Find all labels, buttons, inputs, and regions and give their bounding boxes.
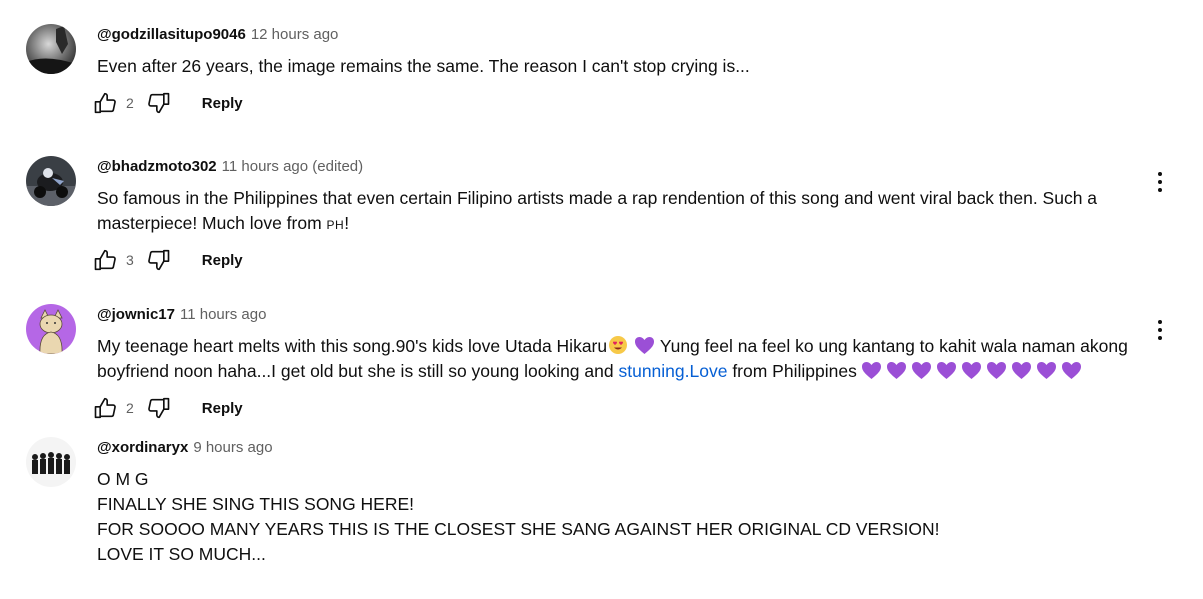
text-segment: !: [344, 213, 350, 233]
more-actions-button[interactable]: [1149, 170, 1171, 194]
comment-text-line: O M G: [97, 469, 149, 489]
like-button[interactable]: [92, 394, 120, 422]
author-name[interactable]: @bhadzmoto302: [97, 158, 217, 175]
purple-heart-emoji: [1061, 362, 1081, 379]
avatar-image: [26, 437, 76, 487]
thumbs-up-icon: [94, 397, 116, 419]
like-button[interactable]: [92, 246, 120, 274]
comment-header: @jownic17 11 hours ago: [97, 304, 266, 326]
comment-link[interactable]: stunning.Love: [618, 361, 727, 381]
purple-heart-emoji: [936, 362, 956, 379]
avatar-image: [26, 304, 76, 354]
avatar[interactable]: [26, 24, 76, 74]
comment-text-line: LOVE IT SO MUCH...: [97, 544, 266, 564]
dislike-button[interactable]: [144, 89, 172, 117]
reply-button[interactable]: Reply: [202, 252, 243, 269]
comment-text: Even after 26 years, the image remains t…: [97, 54, 1137, 79]
heart-eyes-emoji: [609, 336, 628, 354]
comment-text-line: Even after 26 years, the image remains t…: [97, 56, 750, 76]
more-vert-icon: [1158, 172, 1162, 192]
comment-header: @godzillasitupo9046 12 hours ago: [97, 24, 338, 46]
comment-text-line: My teenage heart melts with this song.90…: [97, 334, 1137, 359]
like-count: 2: [126, 400, 134, 416]
thumbs-down-icon: [147, 92, 170, 114]
thumbs-up-icon: [94, 92, 116, 114]
flag-emoji: PH: [326, 218, 345, 232]
text-segment: boyfriend noon haha...I get old but she …: [97, 361, 619, 381]
comment-header: @bhadzmoto302 11 hours ago (edited): [97, 156, 363, 178]
dislike-button[interactable]: [144, 246, 172, 274]
comment-text: My teenage heart melts with this song.90…: [97, 334, 1137, 384]
comment-text: O M G FINALLY SHE SING THIS SONG HERE! F…: [97, 467, 1137, 567]
text-segment: My teenage heart melts with this song.90…: [97, 336, 608, 356]
text-segment: Yung feel na feel ko ung kantang to kahi…: [659, 336, 1128, 356]
purple-heart-emoji: [886, 362, 906, 379]
comment-text-line: boyfriend noon haha...I get old but she …: [97, 359, 1137, 384]
reply-button[interactable]: Reply: [202, 400, 243, 417]
purple-heart-row: [857, 361, 1082, 381]
thumbs-up-icon: [94, 249, 116, 271]
like-button[interactable]: [92, 89, 120, 117]
timestamp[interactable]: 11 hours ago (edited): [222, 158, 363, 175]
purple-heart-emoji: [1011, 362, 1031, 379]
purple-heart-emoji: [1036, 362, 1056, 379]
thumbs-down-icon: [147, 249, 170, 271]
more-vert-icon: [1158, 320, 1162, 340]
comment-toolbar: 2 Reply: [92, 88, 243, 118]
avatar-image: [26, 156, 76, 206]
text-segment: from Philippines: [727, 361, 857, 381]
author-name[interactable]: @xordinaryx: [97, 439, 188, 456]
avatar[interactable]: [26, 437, 76, 487]
purple-heart-emoji: [861, 362, 881, 379]
purple-heart-emoji: [986, 362, 1006, 379]
timestamp[interactable]: 11 hours ago: [180, 306, 266, 323]
author-name[interactable]: @godzillasitupo9046: [97, 26, 246, 43]
comment-text-line: FOR SOOOO MANY YEARS THIS IS THE CLOSEST…: [97, 519, 940, 539]
dislike-button[interactable]: [144, 394, 172, 422]
timestamp[interactable]: 9 hours ago: [193, 439, 272, 456]
thumbs-down-icon: [147, 397, 170, 419]
more-actions-button[interactable]: [1149, 318, 1171, 342]
purple-heart-emoji: [961, 362, 981, 379]
comment-text: So famous in the Philippines that even c…: [97, 186, 1137, 238]
comment-toolbar: 2 Reply: [92, 393, 243, 423]
author-name[interactable]: @jownic17: [97, 306, 175, 323]
avatar-image: [26, 24, 76, 74]
avatar[interactable]: [26, 304, 76, 354]
comment-toolbar: 3 Reply: [92, 245, 243, 275]
purple-heart-emoji: [635, 337, 654, 354]
comment-text-line: masterpiece! Much love from PH!: [97, 211, 1137, 238]
like-count: 2: [126, 95, 134, 111]
text-segment: masterpiece! Much love from: [97, 213, 327, 233]
reply-button[interactable]: Reply: [202, 95, 243, 112]
avatar[interactable]: [26, 156, 76, 206]
purple-heart-emoji: [911, 362, 931, 379]
timestamp[interactable]: 12 hours ago: [251, 26, 339, 43]
comment-header: @xordinaryx 9 hours ago: [97, 437, 273, 459]
like-count: 3: [126, 252, 134, 268]
comment-text-line: So famous in the Philippines that even c…: [97, 188, 1098, 208]
comment-text-line: FINALLY SHE SING THIS SONG HERE!: [97, 494, 415, 514]
